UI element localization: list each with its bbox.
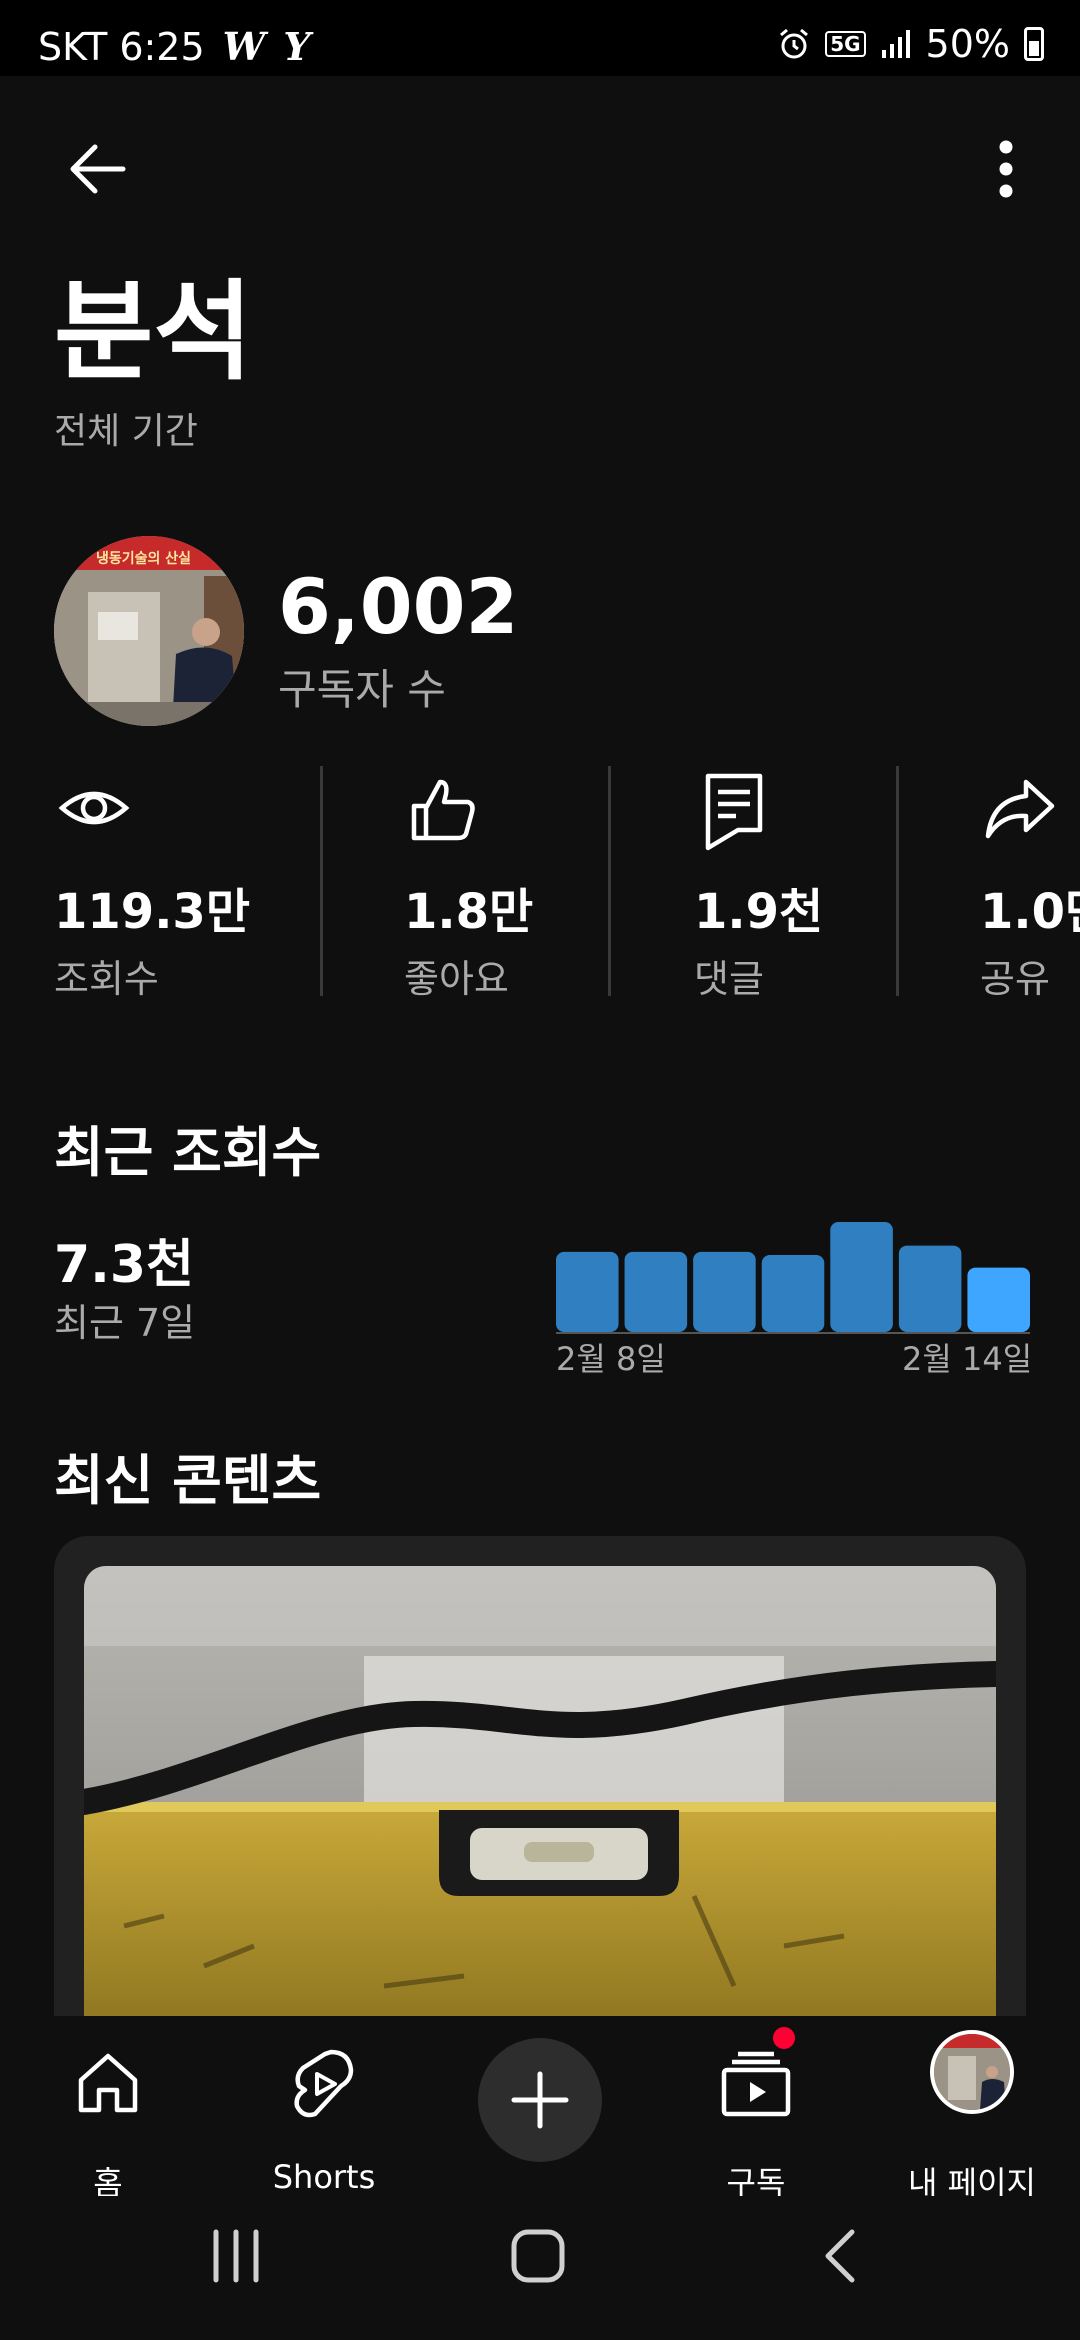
page-title: 분석 (54, 270, 253, 395)
likes-label: 좋아요 (404, 957, 509, 1001)
system-nav-bar (0, 2196, 1080, 2340)
chart-bar (830, 1222, 893, 1332)
likes-value: 1.8만 (404, 884, 534, 940)
thumbs-up-icon (411, 779, 475, 841)
avatar-photo (934, 2034, 1010, 2110)
shares-value: 1.0만 (980, 884, 1080, 940)
stat-shares[interactable]: 1.0만 공유 (980, 772, 1080, 998)
stat-views[interactable]: 119.3만 조회수 (54, 772, 334, 1001)
recent-views-value: 7.3천 (54, 1235, 194, 1295)
video-thumbnail[interactable] (84, 1566, 996, 2036)
thumbnail-image (84, 1566, 996, 2036)
latest-content-card[interactable] (54, 1536, 1026, 2036)
stat-comments[interactable]: 1.9천 댓글 (694, 772, 974, 1001)
chart-bar (624, 1251, 688, 1332)
more-options-button[interactable] (966, 124, 1046, 214)
divider (320, 766, 323, 996)
recent-views-heading: 최근 조회수 (54, 1121, 322, 1184)
stat-likes[interactable]: 1.8만 좋아요 (404, 772, 684, 1001)
views-label: 조회수 (54, 957, 159, 1001)
nav-avatar[interactable] (930, 2030, 1014, 2114)
recent-views-period: 최근 7일 (54, 1301, 196, 1345)
chart-bar (556, 1251, 619, 1332)
nav-subscriptions[interactable]: 구독 (656, 2036, 856, 2202)
comments-value: 1.9천 (694, 884, 824, 940)
network-5g-badge: 5G (825, 31, 866, 57)
home-system-icon[interactable] (508, 2226, 568, 2286)
recent-apps-icon[interactable] (208, 2226, 264, 2286)
more-vertical-icon (999, 140, 1013, 198)
plus-icon (511, 2071, 569, 2129)
chart-tick-end: 2월 14일 (902, 1340, 1033, 1378)
avatar-banner-text: 냉동기술의 산실 (96, 551, 192, 567)
create-button[interactable] (478, 2038, 602, 2162)
latest-content-heading: 최신 콘텐츠 (54, 1449, 322, 1512)
carrier-label: SKT (38, 24, 108, 69)
chart-bar (967, 1267, 1030, 1332)
notification-dot (770, 2024, 798, 2052)
nav-shorts[interactable]: Shorts (224, 2036, 424, 2196)
divider (896, 766, 899, 996)
app-notification-w-icon: W (222, 24, 266, 69)
subscriptions-icon (721, 2051, 791, 2117)
back-button[interactable] (52, 124, 142, 214)
app-notification-y-icon: Y (283, 24, 311, 69)
home-icon (78, 2053, 138, 2113)
channel-avatar[interactable]: 냉동기술의 산실 (54, 536, 244, 726)
views-value: 119.3만 (54, 884, 250, 940)
chart-bar (693, 1251, 756, 1332)
signal-icon (881, 30, 910, 58)
chart-tick-start: 2월 8일 (556, 1340, 666, 1378)
subscriber-count: 6,002 (278, 562, 519, 651)
shares-label: 공유 (980, 957, 1050, 998)
subscriber-label: 구독자 수 (278, 665, 446, 714)
alarm-icon (780, 28, 809, 59)
chart-bar (761, 1255, 825, 1332)
period-label: 전체 기간 (54, 411, 198, 452)
comment-icon (705, 773, 763, 851)
nav-home[interactable]: 홈 (8, 2036, 208, 2202)
shorts-icon (294, 2049, 354, 2118)
arrow-left-icon (70, 144, 126, 194)
share-icon (985, 779, 1055, 839)
chart-bar (898, 1245, 962, 1332)
back-system-icon[interactable] (820, 2226, 860, 2286)
eye-icon (58, 791, 130, 825)
battery-percent: 50% (925, 22, 1010, 66)
clock: 6:25 (119, 24, 205, 69)
divider (608, 766, 611, 996)
status-bar: SKT 6:25 W Y 5G 50% (0, 0, 1080, 76)
comments-label: 댓글 (694, 957, 764, 1001)
battery-icon (1024, 27, 1044, 61)
nav-shorts-label: Shorts (272, 2158, 376, 2196)
